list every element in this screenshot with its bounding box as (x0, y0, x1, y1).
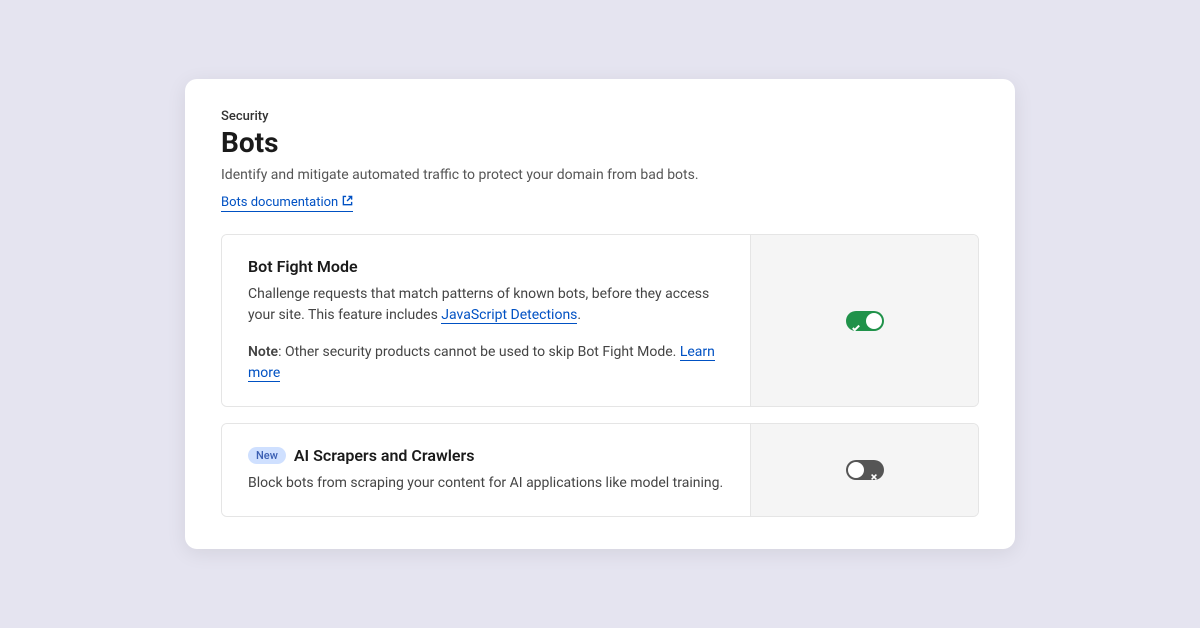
ai-scrapers-title: AI Scrapers and Crawlers (294, 446, 475, 465)
bot-fight-mode-toggle[interactable] (846, 311, 884, 331)
ai-scrapers-card: New AI Scrapers and Crawlers Block bots … (221, 423, 979, 517)
bot-fight-mode-description: Challenge requests that match patterns o… (248, 284, 724, 326)
new-badge: New (248, 447, 286, 464)
ai-scrapers-content: New AI Scrapers and Crawlers Block bots … (222, 424, 750, 516)
bots-documentation-link[interactable]: Bots documentation (221, 195, 353, 212)
page-description: Identify and mitigate automated traffic … (221, 167, 979, 183)
ai-scrapers-toggle[interactable] (846, 460, 884, 480)
javascript-detections-link[interactable]: JavaScript Detections (441, 307, 577, 324)
external-link-icon (342, 195, 353, 210)
bot-fight-mode-content: Bot Fight Mode Challenge requests that m… (222, 235, 750, 406)
ai-scrapers-description: Block bots from scraping your content fo… (248, 473, 724, 494)
doc-link-text: Bots documentation (221, 195, 338, 210)
bot-fight-mode-note: Note: Other security products cannot be … (248, 342, 724, 384)
bots-settings-panel: Security Bots Identify and mitigate auto… (185, 79, 1015, 549)
breadcrumb: Security (221, 109, 979, 124)
ai-scrapers-action (750, 424, 978, 516)
toggle-knob (848, 462, 864, 478)
bot-fight-mode-action (750, 235, 978, 406)
check-icon (852, 317, 860, 325)
toggle-knob (866, 313, 882, 329)
cross-icon (870, 466, 878, 474)
bot-fight-mode-title: Bot Fight Mode (248, 257, 358, 276)
bot-fight-mode-card: Bot Fight Mode Challenge requests that m… (221, 234, 979, 407)
page-title: Bots (221, 126, 979, 159)
